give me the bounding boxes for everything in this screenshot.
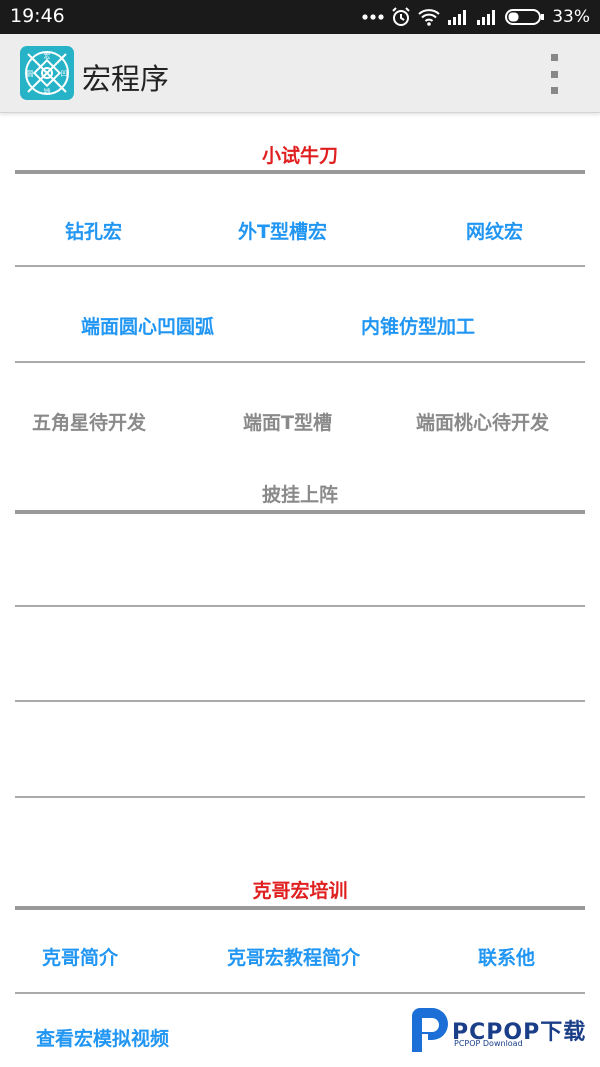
logo-label-left: 圆 xyxy=(27,70,34,78)
signal-icon-2 xyxy=(476,9,498,25)
app-bar: 宏 凹 锁 圆 宏程序 xyxy=(0,34,600,113)
section-heading-advanced: 披挂上阵 xyxy=(261,484,338,506)
divider xyxy=(15,700,585,702)
app-logo-icon: 宏 凹 锁 圆 xyxy=(20,46,74,100)
macro-tutorial-intro-button[interactable]: 克哥宏教程简介 xyxy=(227,943,360,970)
app-title: 宏程序 xyxy=(82,62,170,96)
drill-macro-button[interactable]: 钻孔宏 xyxy=(65,217,122,244)
status-bar: 19:46 33% xyxy=(0,0,600,34)
status-icons: 33% xyxy=(362,5,590,29)
section-heading-practice: 小试牛刀 xyxy=(261,145,338,167)
status-time: 19:46 xyxy=(10,5,65,27)
watermark-subtext: PCPOP Download xyxy=(454,1039,523,1048)
divider xyxy=(15,605,585,607)
contact-button[interactable]: 联系他 xyxy=(478,943,535,970)
logo-label-bottom: 锁 xyxy=(44,87,51,96)
face-t-slot-button[interactable]: 端面T型槽 xyxy=(243,408,332,435)
watermark-logo: PCPOP下载 PCPOP Download xyxy=(408,1006,598,1056)
inner-taper-profile-button[interactable]: 内锥仿型加工 xyxy=(361,312,475,339)
pentagram-button[interactable]: 五角星待开发 xyxy=(32,408,146,435)
face-concave-arc-button[interactable]: 端面圆心凹圆弧 xyxy=(81,312,214,339)
battery-percent: 33% xyxy=(552,7,590,27)
more-icon xyxy=(362,13,384,21)
divider xyxy=(15,796,585,798)
overflow-menu-icon[interactable] xyxy=(545,54,563,94)
logo-label-right: 凹 xyxy=(61,70,68,78)
outer-t-slot-macro-button[interactable]: 外T型槽宏 xyxy=(238,217,327,244)
divider xyxy=(15,992,585,994)
alarm-icon xyxy=(391,7,411,27)
divider xyxy=(15,170,585,174)
pcpop-logo-icon xyxy=(412,1008,448,1052)
section-heading-training: 克哥宏培训 xyxy=(252,880,348,902)
battery-icon xyxy=(505,8,545,26)
wifi-icon xyxy=(418,8,440,26)
divider xyxy=(15,265,585,267)
face-heart-button[interactable]: 端面桃心待开发 xyxy=(416,408,549,435)
logo-label-top: 宏 xyxy=(44,51,51,60)
signal-icon-1 xyxy=(447,9,469,25)
divider xyxy=(15,361,585,363)
divider xyxy=(15,510,585,514)
knurl-macro-button[interactable]: 网纹宏 xyxy=(466,217,523,244)
macro-simulation-video-button[interactable]: 查看宏模拟视频 xyxy=(36,1024,169,1051)
kege-intro-button[interactable]: 克哥简介 xyxy=(42,943,118,970)
divider xyxy=(15,906,585,910)
